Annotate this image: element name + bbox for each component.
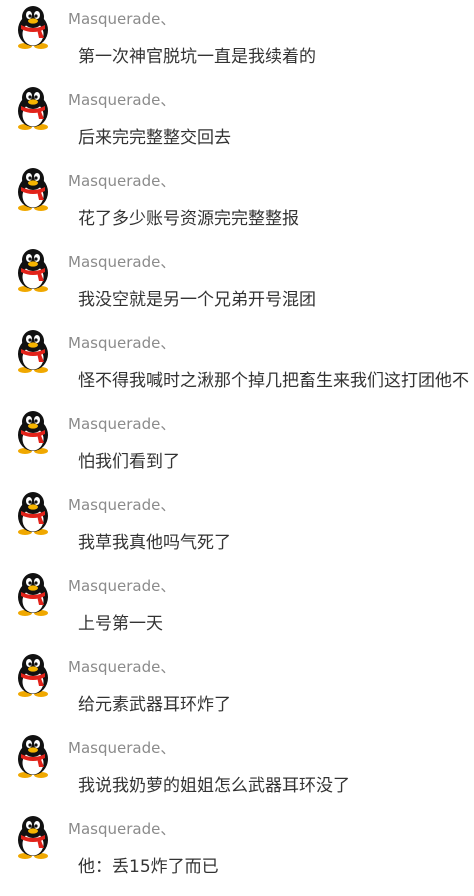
sender-name: Masquerade、	[68, 739, 176, 757]
chat-message: Masquerade、 怕我们看到了	[0, 410, 474, 491]
message-text: 花了多少账号资源完完整整报	[78, 209, 299, 229]
qq-penguin-icon[interactable]	[14, 248, 52, 292]
message-text: 后来完完整整交回去	[78, 128, 231, 148]
message-text: 给元素武器耳环炸了	[78, 695, 231, 715]
chat-message: Masquerade、 第一次神官脱坑一直是我续着的	[0, 5, 474, 86]
sender-name: Masquerade、	[68, 658, 176, 676]
sender-name: Masquerade、	[68, 91, 176, 109]
message-text: 我说我奶萝的姐姐怎么武器耳环没了	[78, 776, 350, 796]
qq-penguin-icon[interactable]	[14, 653, 52, 697]
chat-message: Masquerade、 我没空就是另一个兄弟开号混团	[0, 248, 474, 329]
sender-name: Masquerade、	[68, 577, 176, 595]
sender-name: Masquerade、	[68, 172, 176, 190]
message-text: 他：丢15炸了而已	[78, 857, 219, 877]
qq-penguin-icon[interactable]	[14, 410, 52, 454]
qq-penguin-icon[interactable]	[14, 86, 52, 130]
message-text: 怕我们看到了	[78, 452, 180, 472]
chat-message: Masquerade、 怪不得我喊时之湫那个掉几把畜生来我们这打团他不	[0, 329, 474, 410]
sender-name: Masquerade、	[68, 10, 176, 28]
qq-penguin-icon[interactable]	[14, 734, 52, 778]
qq-penguin-icon[interactable]	[14, 167, 52, 211]
chat-log: Masquerade、 第一次神官脱坑一直是我续着的 Masquerade、 后…	[0, 0, 474, 884]
chat-message: Masquerade、 上号第一天	[0, 572, 474, 653]
qq-penguin-icon[interactable]	[14, 815, 52, 859]
qq-penguin-icon[interactable]	[14, 329, 52, 373]
chat-message: Masquerade、 后来完完整整交回去	[0, 86, 474, 167]
sender-name: Masquerade、	[68, 253, 176, 271]
sender-name: Masquerade、	[68, 496, 176, 514]
sender-name: Masquerade、	[68, 820, 176, 838]
message-text: 第一次神官脱坑一直是我续着的	[78, 47, 316, 67]
chat-message: Masquerade、 花了多少账号资源完完整整报	[0, 167, 474, 248]
chat-message: Masquerade、 我说我奶萝的姐姐怎么武器耳环没了	[0, 734, 474, 815]
message-text: 我草我真他吗气死了	[78, 533, 231, 553]
message-text: 上号第一天	[78, 614, 163, 634]
message-text: 怪不得我喊时之湫那个掉几把畜生来我们这打团他不	[78, 371, 469, 391]
qq-penguin-icon[interactable]	[14, 572, 52, 616]
message-text: 我没空就是另一个兄弟开号混团	[78, 290, 316, 310]
chat-message: Masquerade、 我草我真他吗气死了	[0, 491, 474, 572]
chat-message: Masquerade、 给元素武器耳环炸了	[0, 653, 474, 734]
sender-name: Masquerade、	[68, 334, 176, 352]
qq-penguin-icon[interactable]	[14, 5, 52, 49]
sender-name: Masquerade、	[68, 415, 176, 433]
qq-penguin-icon[interactable]	[14, 491, 52, 535]
